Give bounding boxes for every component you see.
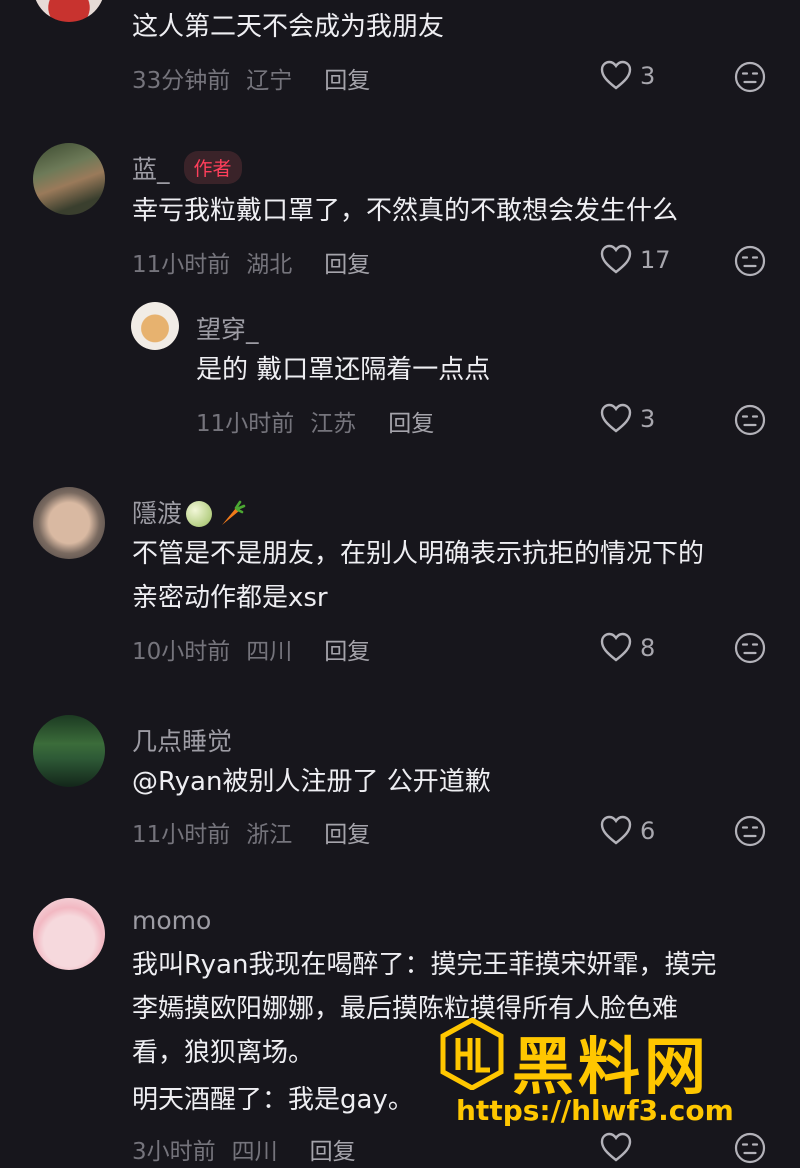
heart-outline-icon xyxy=(600,632,632,662)
reply-button[interactable]: 回复 xyxy=(324,68,370,94)
like-count: 6 xyxy=(640,817,656,845)
dislike-button[interactable] xyxy=(734,815,766,847)
comment-location: 四川 xyxy=(246,639,293,665)
comment-text: @Ryan被别人注册了 公开道歉 xyxy=(132,767,491,797)
neutral-face-icon xyxy=(734,1132,766,1164)
avatar[interactable] xyxy=(33,898,105,970)
heart-outline-icon xyxy=(600,244,632,274)
comment-location: 湖北 xyxy=(246,252,293,278)
avatar[interactable] xyxy=(33,487,105,559)
comment-meta: 33分钟前 辽宁 回复 xyxy=(132,61,370,95)
like-button[interactable]: 3 xyxy=(600,56,692,96)
like-button[interactable]: 3 xyxy=(600,399,692,439)
comment-author-name[interactable]: 望穿_ xyxy=(196,310,259,346)
reply-button[interactable]: 回复 xyxy=(310,1139,356,1165)
comment-meta: 11小时前 湖北 回复 xyxy=(132,245,370,279)
comment-meta: 11小时前 江苏 回复 xyxy=(196,404,434,438)
comment-time: 11小时前 xyxy=(132,822,231,848)
like-button[interactable]: 8 xyxy=(600,628,692,668)
neutral-face-icon xyxy=(734,61,766,93)
like-count: 8 xyxy=(640,634,656,662)
comment-time: 33分钟前 xyxy=(132,68,231,94)
melon-emoji xyxy=(186,501,213,527)
dislike-button[interactable] xyxy=(734,61,766,93)
comment-text: 是的 戴口罩还隔着一点点 xyxy=(196,355,491,385)
comment-meta: 3小时前 四川 回复 xyxy=(132,1132,356,1166)
heart-outline-icon xyxy=(600,403,632,433)
comment-author-name[interactable]: momo xyxy=(132,906,211,935)
dislike-button[interactable] xyxy=(734,245,766,277)
comment-text: 明天酒醒了：我是gay。 xyxy=(132,1085,414,1115)
comment-meta: 10小时前 四川 回复 xyxy=(132,632,370,666)
comment-location: 江苏 xyxy=(310,411,357,437)
reply-button[interactable]: 回复 xyxy=(324,639,370,665)
neutral-face-icon xyxy=(734,815,766,847)
watermark-logo-icon xyxy=(440,1018,504,1090)
watermark: 黑料网 https://hlwf3.com xyxy=(440,1018,770,1130)
dislike-button[interactable] xyxy=(734,404,766,436)
watermark-url: https://hlwf3.com xyxy=(456,1094,734,1127)
comment-text: 我叫Ryan我现在喝醉了：摸完王菲摸宋妍霏，摸完 xyxy=(132,950,717,980)
reply-button[interactable]: 回复 xyxy=(388,411,434,437)
comment-location: 浙江 xyxy=(246,822,293,848)
watermark-title: 黑料网 xyxy=(512,1030,711,1103)
comment-text: 亲密动作都是xsr xyxy=(132,583,328,613)
carrot-emoji xyxy=(222,500,246,525)
like-button[interactable]: 17 xyxy=(600,240,692,280)
comment-time: 11小时前 xyxy=(132,252,231,278)
like-count: 3 xyxy=(640,405,656,433)
comment-text: 看，狼狈离场。 xyxy=(132,1038,315,1068)
comment-location: 四川 xyxy=(231,1139,278,1165)
dislike-button[interactable] xyxy=(734,1132,766,1164)
comment-time: 11小时前 xyxy=(196,411,295,437)
heart-outline-icon xyxy=(600,60,632,90)
comment-location: 辽宁 xyxy=(246,68,293,94)
like-button[interactable] xyxy=(600,1128,692,1168)
dislike-button[interactable] xyxy=(734,632,766,664)
author-badge: 作者 xyxy=(183,151,242,184)
neutral-face-icon xyxy=(734,245,766,277)
avatar[interactable] xyxy=(33,0,105,22)
avatar[interactable] xyxy=(33,715,105,787)
comment-time: 10小时前 xyxy=(132,639,231,665)
comment-time: 3小时前 xyxy=(132,1139,216,1165)
like-button[interactable]: 6 xyxy=(600,811,692,851)
like-count: 3 xyxy=(640,62,656,90)
comment-text: 这人第二天不会成为我朋友 xyxy=(132,12,445,42)
comment-text: 不管是不是朋友，在别人明确表示抗拒的情况下的 xyxy=(132,539,705,569)
comment-meta: 11小时前 浙江 回复 xyxy=(132,815,370,849)
heart-outline-icon xyxy=(600,1132,632,1162)
avatar[interactable] xyxy=(131,302,179,350)
reply-button[interactable]: 回复 xyxy=(324,822,370,848)
comment-author-name[interactable]: 蓝_ 作者 xyxy=(132,150,242,186)
neutral-face-icon xyxy=(734,404,766,436)
reply-button[interactable]: 回复 xyxy=(324,252,370,278)
like-count: 17 xyxy=(640,246,671,274)
comment-author-name[interactable]: 隱渡 xyxy=(132,494,246,530)
neutral-face-icon xyxy=(734,632,766,664)
avatar[interactable] xyxy=(33,143,105,215)
comment-author-name[interactable]: 几点睡觉 xyxy=(132,722,232,758)
heart-outline-icon xyxy=(600,815,632,845)
comment-text: 幸亏我粒戴口罩了，不然真的不敢想会发生什么 xyxy=(132,196,679,226)
